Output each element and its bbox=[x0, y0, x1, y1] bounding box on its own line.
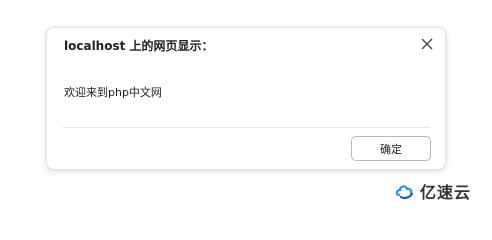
dialog-message: 欢迎来到php中文网 bbox=[64, 86, 162, 99]
divider bbox=[63, 127, 431, 128]
watermark: 亿速云 bbox=[394, 178, 471, 204]
alert-dialog: localhost 上的网页显示： 欢迎来到php中文网 确定 bbox=[46, 27, 446, 170]
cloud-logo-icon bbox=[394, 180, 416, 202]
ok-button[interactable]: 确定 bbox=[351, 136, 431, 161]
dialog-title: localhost 上的网页显示： bbox=[64, 39, 214, 53]
watermark-text: 亿速云 bbox=[420, 183, 472, 202]
close-button[interactable] bbox=[417, 34, 437, 54]
close-icon bbox=[421, 35, 433, 54]
